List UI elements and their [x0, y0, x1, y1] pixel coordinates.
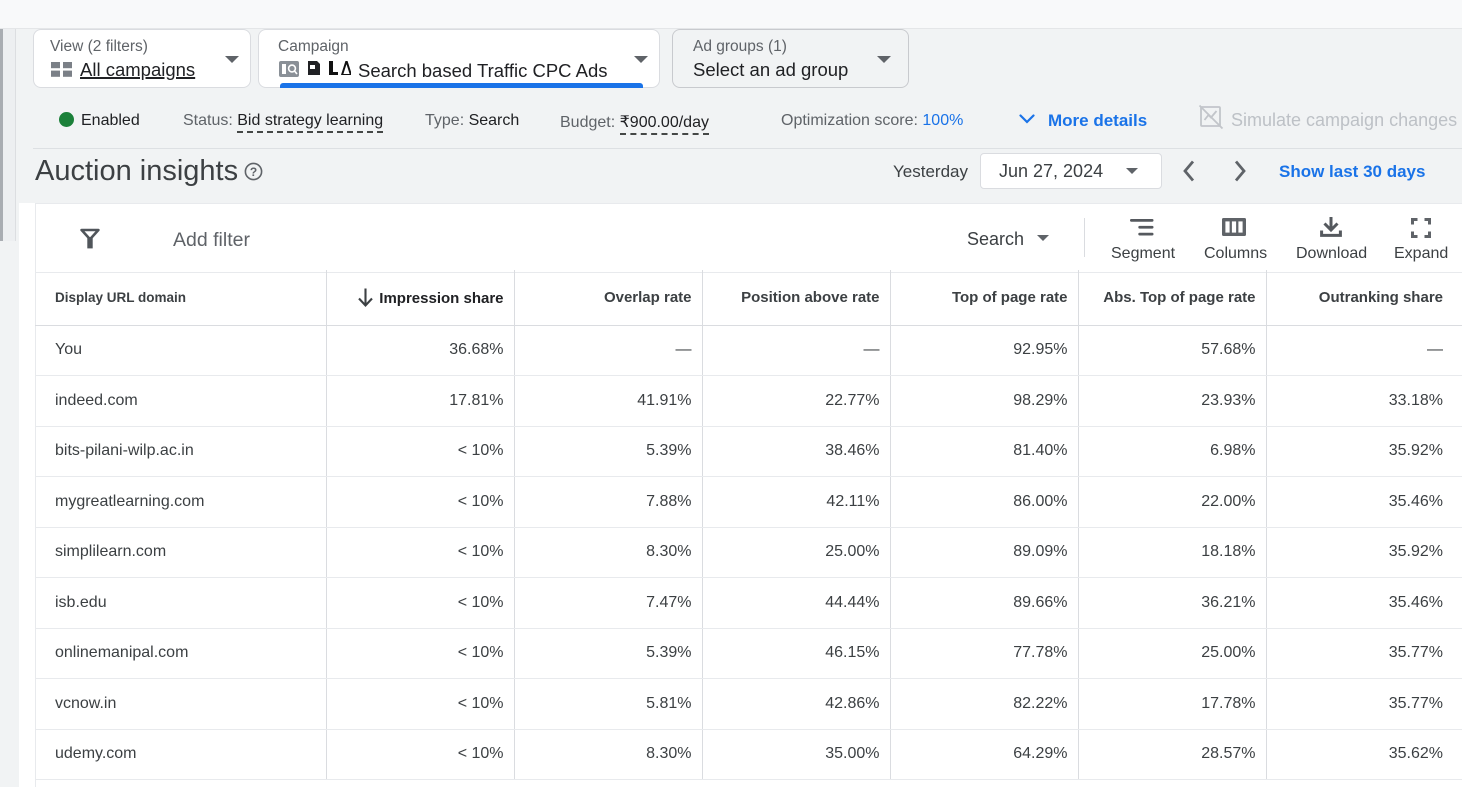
svg-text:?: ?	[250, 165, 257, 179]
